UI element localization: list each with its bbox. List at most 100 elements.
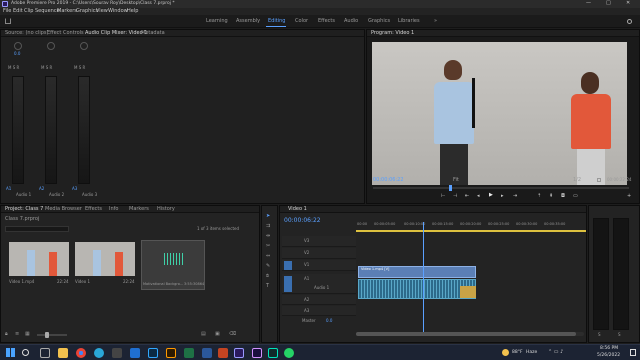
extract-icon[interactable]: ⇞ xyxy=(549,194,553,199)
photoshop-icon[interactable] xyxy=(148,348,158,358)
track-v1[interactable]: V1 xyxy=(282,260,356,271)
program-playhead[interactable] xyxy=(449,185,452,191)
selection-tool-icon[interactable]: ➤ xyxy=(266,214,270,219)
track-a1[interactable]: A1 Audio 1 xyxy=(282,274,356,294)
master-value[interactable]: 0.0 xyxy=(326,319,332,323)
zoom-slider[interactable] xyxy=(37,332,67,338)
new-bin-icon[interactable]: ▤ xyxy=(201,332,206,337)
step-forward-icon[interactable]: ▸ xyxy=(501,194,504,199)
tab-sequence[interactable]: Video 1 xyxy=(288,207,307,212)
windows-start-icon[interactable] xyxy=(6,348,15,357)
list-view-icon[interactable]: ≡ xyxy=(15,332,19,337)
track-select-tool-icon[interactable]: ⇉ xyxy=(266,224,270,229)
media-encoder-icon[interactable] xyxy=(268,348,278,358)
audio-clip-a1-end[interactable] xyxy=(460,286,476,298)
wrench-icon[interactable] xyxy=(597,178,601,182)
channel-meter[interactable] xyxy=(12,76,24,184)
after-effects-icon[interactable] xyxy=(252,348,262,358)
icon-view-icon[interactable]: ▦ xyxy=(25,332,30,337)
menu-markers[interactable]: Markers xyxy=(57,9,77,14)
tab-metadata[interactable]: Metadata xyxy=(141,31,165,36)
search-icon[interactable] xyxy=(627,19,632,24)
word-icon[interactable] xyxy=(202,348,212,358)
tab-history[interactable]: History xyxy=(157,207,175,212)
trash-icon[interactable]: ⌫ xyxy=(229,332,236,337)
ripple-edit-tool-icon[interactable]: ⇹ xyxy=(266,234,270,239)
tab-program[interactable]: Program: Video 1 xyxy=(371,31,414,36)
menu-sequence[interactable]: Sequence xyxy=(35,9,60,14)
source-patch-v1[interactable] xyxy=(284,261,292,270)
pan-knob[interactable] xyxy=(80,42,88,50)
project-search-input[interactable] xyxy=(5,226,69,232)
project-item-video-mp4[interactable]: Video 1.mp4 22:24 xyxy=(9,242,69,290)
play-icon[interactable]: ▶ xyxy=(489,193,493,198)
channel-meter[interactable] xyxy=(78,76,90,184)
menu-window[interactable]: Window xyxy=(108,9,128,14)
workspace-libraries[interactable]: Libraries xyxy=(398,19,420,24)
mute-solo-buttons[interactable]: M S R xyxy=(8,66,19,70)
powerpoint-icon[interactable] xyxy=(218,348,228,358)
go-to-out-icon[interactable]: ⇥ xyxy=(513,194,517,199)
excel-icon[interactable] xyxy=(184,348,194,358)
timeline-scrollbar[interactable] xyxy=(356,332,584,336)
explorer-icon[interactable] xyxy=(58,348,68,358)
video-clip-v1[interactable]: Video 1.mp4 [V] xyxy=(358,266,476,278)
razor-tool-icon[interactable]: ✂ xyxy=(266,244,270,249)
pan-knob[interactable] xyxy=(47,42,55,50)
edge-icon[interactable] xyxy=(94,348,104,358)
go-to-in-icon[interactable]: ⇤ xyxy=(465,194,469,199)
compare-icon[interactable]: ▭ xyxy=(573,194,578,199)
menu-graphics[interactable]: Graphics xyxy=(76,9,98,14)
hand-tool-icon[interactable]: ✋︎ xyxy=(266,274,269,279)
task-view-icon[interactable] xyxy=(40,348,50,358)
workspace-assembly[interactable]: Assembly xyxy=(236,19,260,24)
project-item-sequence[interactable]: Video 1 22:24 xyxy=(75,242,135,290)
weather-temp[interactable]: 88°F xyxy=(512,350,523,356)
pan-knob[interactable] xyxy=(14,42,22,50)
export-frame-icon[interactable]: ◘ xyxy=(561,194,565,199)
mute-solo-buttons[interactable]: M S R xyxy=(41,66,52,70)
whatsapp-icon[interactable] xyxy=(284,348,294,358)
timeline-timecode[interactable]: 00:00:06:22 xyxy=(284,218,321,224)
master-track[interactable]: Master 0.0 xyxy=(282,318,356,326)
menu-clip[interactable]: Clip xyxy=(24,9,33,14)
mute-solo-buttons[interactable]: M S R xyxy=(74,66,85,70)
clock-date[interactable]: 5/26/2022 xyxy=(597,353,620,359)
type-tool-icon[interactable]: T xyxy=(266,284,269,289)
solo-left-button[interactable]: S xyxy=(598,333,601,337)
step-back-icon[interactable]: ◂ xyxy=(477,194,480,199)
tab-media-browser[interactable]: Media Browser xyxy=(45,207,82,212)
workspace-graphics[interactable]: Graphics xyxy=(368,19,390,24)
chrome-icon[interactable] xyxy=(76,348,86,358)
program-scrub-bar[interactable] xyxy=(373,185,629,191)
tab-effect-controls[interactable]: Effect Controls xyxy=(47,31,84,36)
lift-icon[interactable]: ⇡ xyxy=(537,194,541,199)
workspace-more-button[interactable]: » xyxy=(434,19,437,24)
search-taskbar-icon[interactable] xyxy=(22,349,29,356)
workspace-color[interactable]: Color xyxy=(295,19,308,24)
close-button[interactable]: ✕ xyxy=(626,1,630,6)
timeline-playhead[interactable] xyxy=(422,222,424,332)
work-area-bar[interactable] xyxy=(356,230,586,232)
mark-out-icon[interactable]: ⊣ xyxy=(453,194,457,199)
notifications-icon[interactable] xyxy=(630,349,636,356)
mark-in-icon[interactable]: ⊢ xyxy=(441,194,445,199)
solo-right-button[interactable]: S xyxy=(618,333,621,337)
menu-edit[interactable]: Edit xyxy=(13,9,23,14)
tab-info[interactable]: Info xyxy=(109,207,118,212)
store-icon[interactable] xyxy=(112,348,122,358)
track-v2[interactable]: V2 xyxy=(282,248,356,259)
source-patch-a1[interactable] xyxy=(284,276,292,292)
tab-effects[interactable]: Effects xyxy=(85,207,102,212)
program-fit-select[interactable]: Fit xyxy=(453,178,459,183)
tab-project[interactable]: Project: Class 7 xyxy=(5,207,43,212)
illustrator-icon[interactable] xyxy=(166,348,176,358)
workspace-learning[interactable]: Learning xyxy=(206,19,228,24)
clock-time[interactable]: 8:56 PM xyxy=(600,346,618,352)
project-item-audio[interactable]: Motivational Backgro... 3:55:30864 xyxy=(141,240,205,290)
slip-tool-icon[interactable]: ⇔ xyxy=(266,254,270,259)
weather-icon[interactable] xyxy=(502,349,509,356)
track-a3[interactable]: A3 xyxy=(282,306,356,316)
menu-file[interactable]: File xyxy=(3,9,11,14)
program-timecode[interactable]: 00:00:06:22 xyxy=(373,178,404,183)
